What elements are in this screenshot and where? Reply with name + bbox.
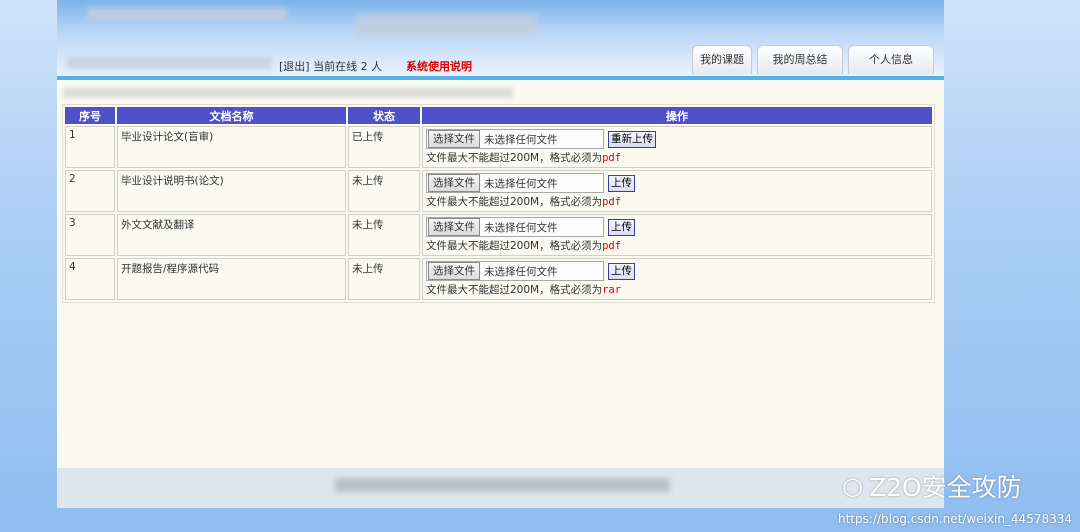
wechat-icon: ○ xyxy=(842,472,863,500)
row-actions: 选择文件 未选择任何文件 上传 文件最大不能超过200M，格式必须为rar xyxy=(422,258,932,300)
no-file-label: 未选择任何文件 xyxy=(484,265,558,278)
col-index: 序号 xyxy=(65,107,115,124)
format-type: pdf xyxy=(602,152,622,164)
format-note: 文件最大不能超过200M，格式必须为rar xyxy=(426,282,928,297)
row-actions: 选择文件 未选择任何文件 上传 文件最大不能超过200M，格式必须为pdf xyxy=(422,214,932,256)
note-text: 文件最大不能超过200M，格式必须为 xyxy=(426,240,603,252)
row-doc-name: 毕业设计说明书(论文) xyxy=(117,170,346,212)
row-doc-name: 外文文献及翻译 xyxy=(117,214,346,256)
no-file-label: 未选择任何文件 xyxy=(484,177,558,190)
file-input[interactable]: 选择文件 未选择任何文件 xyxy=(426,217,604,237)
file-input[interactable]: 选择文件 未选择任何文件 xyxy=(426,261,604,281)
file-line: 选择文件 未选择任何文件 上传 xyxy=(426,217,928,237)
reupload-button[interactable]: 重新上传 xyxy=(608,130,656,148)
help-link[interactable]: 系统使用说明 xyxy=(406,58,472,74)
watermark-brand: Z2O安全攻防 xyxy=(868,473,1022,502)
choose-file-button[interactable]: 选择文件 xyxy=(428,174,480,192)
no-file-label: 未选择任何文件 xyxy=(484,221,558,234)
header-title-blur xyxy=(357,14,537,36)
row-index: 1 xyxy=(65,126,115,168)
row-actions: 选择文件 未选择任何文件 重新上传 文件最大不能超过200M，格式必须为pdf xyxy=(422,126,932,168)
document-table: 序号 文档名称 状态 操作 1 毕业设计论文(盲审) 已上传 选择文件 未选择任… xyxy=(62,104,935,303)
footer-blur xyxy=(335,478,670,492)
upload-button[interactable]: 上传 xyxy=(608,218,635,236)
format-type: pdf xyxy=(602,240,622,252)
file-line: 选择文件 未选择任何文件 上传 xyxy=(426,261,928,281)
row-status: 未上传 xyxy=(348,170,420,212)
col-doc-name: 文档名称 xyxy=(117,107,346,124)
row-actions: 选择文件 未选择任何文件 上传 文件最大不能超过200M，格式必须为pdf xyxy=(422,170,932,212)
choose-file-button[interactable]: 选择文件 xyxy=(428,218,480,236)
page-header: [退出] 当前在线 2 人 系统使用说明 我的课题 我的周总结 个人信息 xyxy=(57,0,944,76)
upload-button[interactable]: 上传 xyxy=(608,174,635,192)
header-blur xyxy=(87,8,287,20)
note-text: 文件最大不能超过200M，格式必须为 xyxy=(426,284,603,296)
format-type: pdf xyxy=(602,196,622,208)
file-line: 选择文件 未选择任何文件 上传 xyxy=(426,173,928,193)
choose-file-button[interactable]: 选择文件 xyxy=(428,262,480,280)
tab-profile[interactable]: 个人信息 xyxy=(848,45,934,74)
upload-button[interactable]: 上传 xyxy=(608,262,635,280)
format-note: 文件最大不能超过200M，格式必须为pdf xyxy=(426,150,928,165)
col-actions: 操作 xyxy=(422,107,932,124)
breadcrumb-blur xyxy=(63,88,513,98)
watermark-url: https://blog.csdn.net/weixin_44578334 xyxy=(837,512,1072,526)
col-status: 状态 xyxy=(348,107,420,124)
table-row: 2 毕业设计说明书(论文) 未上传 选择文件 未选择任何文件 上传 文件最大不能… xyxy=(65,170,932,212)
tab-weekly-summary[interactable]: 我的周总结 xyxy=(757,45,843,74)
row-doc-name: 毕业设计论文(盲审) xyxy=(117,126,346,168)
tab-my-topic[interactable]: 我的课题 xyxy=(692,45,752,74)
row-status: 未上传 xyxy=(348,258,420,300)
table-row: 1 毕业设计论文(盲审) 已上传 选择文件 未选择任何文件 重新上传 文件最大不… xyxy=(65,126,932,168)
row-index: 4 xyxy=(65,258,115,300)
note-text: 文件最大不能超过200M，格式必须为 xyxy=(426,196,603,208)
file-input[interactable]: 选择文件 未选择任何文件 xyxy=(426,173,604,193)
main-panel: [退出] 当前在线 2 人 系统使用说明 我的课题 我的周总结 个人信息 序号 … xyxy=(57,0,944,508)
format-note: 文件最大不能超过200M，格式必须为pdf xyxy=(426,238,928,253)
tab-bar: 我的课题 我的周总结 个人信息 xyxy=(692,45,934,74)
table-row: 4 开题报告/程序源代码 未上传 选择文件 未选择任何文件 上传 文件最大不能超… xyxy=(65,258,932,300)
format-type: rar xyxy=(602,284,622,296)
row-index: 2 xyxy=(65,170,115,212)
row-status: 已上传 xyxy=(348,126,420,168)
page-footer xyxy=(57,468,944,508)
no-file-label: 未选择任何文件 xyxy=(484,133,558,146)
username-blur xyxy=(67,57,272,69)
logout-link[interactable]: [退出] xyxy=(279,60,310,73)
file-input[interactable]: 选择文件 未选择任何文件 xyxy=(426,129,604,149)
user-status-bar: [退出] 当前在线 2 人 xyxy=(279,58,382,74)
row-index: 3 xyxy=(65,214,115,256)
file-line: 选择文件 未选择任何文件 重新上传 xyxy=(426,129,928,149)
table-header-row: 序号 文档名称 状态 操作 xyxy=(65,107,932,124)
online-count: 当前在线 2 人 xyxy=(313,60,383,73)
note-text: 文件最大不能超过200M，格式必须为 xyxy=(426,152,603,164)
watermark: ○ Z2O安全攻防 xyxy=(842,468,1022,504)
choose-file-button[interactable]: 选择文件 xyxy=(428,130,480,148)
row-doc-name: 开题报告/程序源代码 xyxy=(117,258,346,300)
header-divider xyxy=(57,76,944,80)
format-note: 文件最大不能超过200M，格式必须为pdf xyxy=(426,194,928,209)
row-status: 未上传 xyxy=(348,214,420,256)
table-row: 3 外文文献及翻译 未上传 选择文件 未选择任何文件 上传 文件最大不能超过20… xyxy=(65,214,932,256)
